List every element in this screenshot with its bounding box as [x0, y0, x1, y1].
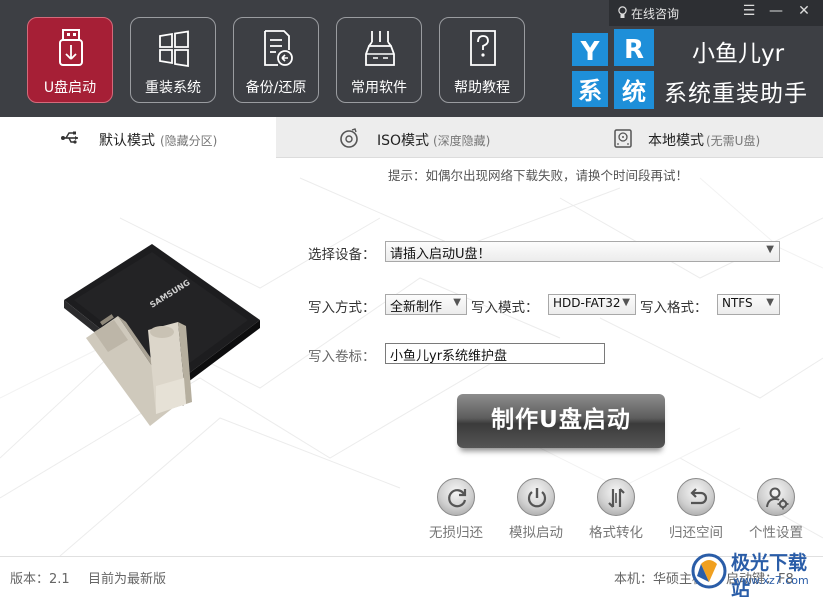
tab-sub-label: (无需U盘) — [706, 134, 761, 148]
device-select[interactable]: 请插入启动U盘！ ▼ — [385, 241, 780, 262]
write-mode-label: 写入模式： — [471, 300, 539, 316]
tool-software-button[interactable]: 常用软件 — [336, 17, 422, 103]
volume-label-input[interactable]: 小鱼儿yr系统维护盘 — [385, 343, 605, 364]
brand-subtitle: 系统重装助手 — [664, 81, 808, 107]
close-button[interactable]: ✕ — [794, 3, 814, 19]
backup-icon — [264, 30, 293, 66]
action-label: 格式转化 — [589, 525, 643, 541]
action-label: 归还空间 — [669, 525, 723, 541]
tab-default-mode[interactable]: 默认模式 (隐藏分区) — [0, 117, 276, 158]
tool-backup-button[interactable]: 备份/还原 — [233, 17, 319, 103]
write-method-value: 全新制作 — [390, 300, 443, 315]
tab-sub-label: (隐藏分区) — [160, 134, 218, 148]
tool-label: 备份/还原 — [245, 80, 307, 96]
device-label: 选择设备： — [308, 247, 376, 263]
tool-label: 常用软件 — [351, 80, 407, 96]
mode-tabs: 默认模式 (隐藏分区) ISO模式 (深度隐藏) 本地模式 (无需U盘) — [0, 117, 823, 158]
tool-label: U盘启动 — [43, 80, 97, 96]
disc-icon — [340, 128, 358, 148]
yr-logo: Y R 系 统 — [572, 29, 654, 109]
write-format-select[interactable]: NTFS ▼ — [717, 294, 780, 315]
watermark-url: www.xz7.com — [733, 574, 809, 587]
online-consult-link[interactable]: 在线咨询 — [631, 5, 679, 22]
svg-text:R: R — [624, 35, 644, 65]
windows-icon — [159, 30, 189, 68]
svg-text:系: 系 — [578, 77, 602, 105]
usb-icon — [59, 29, 83, 66]
svg-text:Y: Y — [580, 37, 601, 67]
write-method-label: 写入方式： — [308, 300, 376, 316]
chevron-down-icon: ▼ — [766, 297, 774, 308]
write-method-select[interactable]: 全新制作 ▼ — [385, 294, 467, 315]
tab-iso-mode[interactable]: ISO模式 (深度隐藏) — [276, 117, 549, 158]
tab-local-mode[interactable]: 本地模式 (无需U盘) — [549, 117, 823, 158]
brand-name: 小鱼儿yr — [692, 41, 785, 67]
chevron-down-icon: ▼ — [622, 297, 630, 308]
tip-text: 提示：如偶尔出现网络下载失败，请换个时间段再试！ — [388, 168, 689, 183]
tab-sub-label: (深度隐藏) — [433, 134, 491, 148]
write-format-label: 写入格式： — [640, 300, 708, 316]
convert-icon — [608, 488, 625, 508]
tab-label: 默认模式 — [99, 133, 155, 149]
tool-label: 重装系统 — [145, 80, 201, 96]
harddisk-icon — [614, 129, 632, 148]
write-format-value: NTFS — [722, 296, 753, 310]
tool-label: 帮助教程 — [454, 80, 510, 96]
ssd-usb-illustration: SAMSUNG — [64, 244, 260, 426]
personal-settings-button[interactable]: 个性设置 — [739, 478, 813, 542]
power-icon — [527, 488, 547, 508]
tab-label: ISO模式 — [377, 133, 430, 149]
watermark: 极光下载站 www.xz7.com — [689, 548, 815, 597]
tool-reinstall-button[interactable]: 重装系统 — [130, 17, 216, 103]
chevron-down-icon: ▼ — [766, 244, 774, 255]
title-bar: 在线咨询 ☰ — ✕ U盘启动 重装系统 备份/还原 常用软件 帮助教程 Y R… — [0, 0, 823, 117]
make-usb-boot-button[interactable]: 制作U盘启动 — [457, 394, 665, 448]
return-icon — [690, 488, 708, 505]
watermark-name: 极光下载站 — [731, 552, 808, 597]
action-label: 模拟启动 — [509, 525, 563, 541]
refresh-icon — [448, 489, 467, 508]
simulate-boot-button[interactable]: 模拟启动 — [499, 478, 573, 542]
user-settings-icon — [766, 487, 789, 510]
action-label: 个性设置 — [749, 525, 803, 541]
software-icon — [365, 31, 395, 66]
volume-label: 写入卷标： — [308, 349, 376, 365]
tool-help-button[interactable]: 帮助教程 — [439, 17, 525, 103]
lossless-restore-button[interactable]: 无损归还 — [419, 478, 493, 542]
version-text: 版本：2.1 — [10, 572, 70, 587]
tool-usb-boot-button[interactable]: U盘启动 — [27, 17, 113, 103]
window-controls-strip: 在线咨询 ☰ — ✕ — [609, 0, 823, 26]
action-label: 无损归还 — [429, 525, 483, 541]
svg-text:统: 统 — [622, 78, 646, 106]
device-select-value: 请插入启动U盘！ — [390, 247, 491, 262]
bulb-icon — [618, 6, 627, 18]
minimize-button[interactable]: — — [766, 3, 786, 19]
return-space-button[interactable]: 归还空间 — [659, 478, 733, 542]
tab-label: 本地模式 — [648, 133, 704, 149]
help-icon — [470, 30, 496, 66]
format-convert-button[interactable]: 格式转化 — [579, 478, 653, 542]
chevron-down-icon: ▼ — [453, 297, 461, 308]
write-mode-select[interactable]: HDD-FAT32 ▼ — [548, 294, 636, 315]
update-status-text: 目前为最新版 — [88, 572, 167, 587]
write-mode-value: HDD-FAT32 — [553, 296, 621, 310]
usb-plug-icon — [61, 131, 78, 144]
watermark-logo-icon — [691, 553, 727, 589]
menu-icon[interactable]: ☰ — [739, 3, 759, 19]
